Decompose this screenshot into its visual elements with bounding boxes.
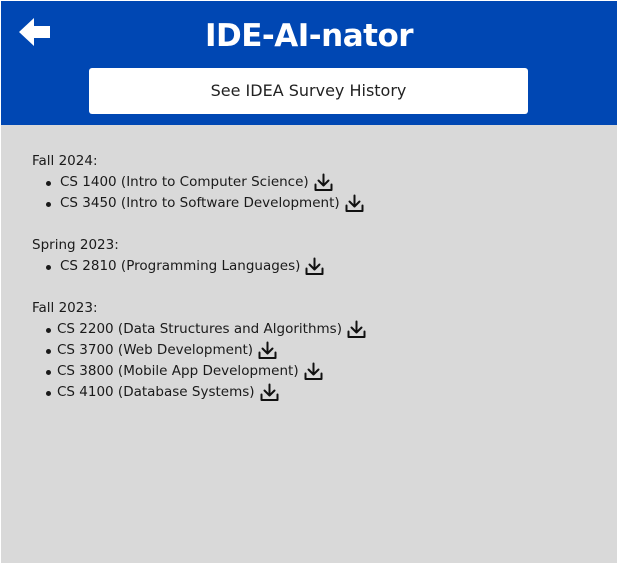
list-item: CS 3450 (Intro to Software Development) <box>32 193 602 214</box>
course-label: CS 3450 (Intro to Software Development) <box>60 195 340 211</box>
list-item: CS 3700 (Web Development) <box>32 340 602 361</box>
bullet <box>46 391 51 396</box>
course-label: CS 1400 (Intro to Computer Science) <box>60 174 309 190</box>
download-icon[interactable] <box>304 362 323 381</box>
term-section: Fall 2023: CS 2200 (Data Structures and … <box>32 298 602 403</box>
download-icon[interactable] <box>347 320 366 339</box>
app-header: IDE-AI-nator See IDEA Survey History <box>1 1 617 125</box>
download-icon[interactable] <box>314 173 333 192</box>
download-icon[interactable] <box>258 341 277 360</box>
course-label: CS 2200 (Data Structures and Algorithms) <box>57 321 342 337</box>
list-item: CS 1400 (Intro to Computer Science) <box>32 172 602 193</box>
survey-list: Fall 2024: CS 1400 (Intro to Computer Sc… <box>32 151 602 424</box>
course-label: CS 4100 (Database Systems) <box>57 384 255 400</box>
term-heading: Fall 2023: <box>32 300 98 316</box>
bullet <box>46 265 51 270</box>
app-title: IDE-AI-nator <box>204 18 414 54</box>
course-list: CS 2810 (Programming Languages) <box>32 256 602 277</box>
bullet <box>46 181 51 186</box>
course-label: CS 2810 (Programming Languages) <box>60 258 301 274</box>
bullet <box>46 202 51 207</box>
bullet <box>46 370 51 375</box>
list-item: CS 4100 (Database Systems) <box>32 382 602 403</box>
term-heading: Spring 2023: <box>32 237 119 253</box>
app-window: IDE-AI-nator See IDEA Survey History Fal… <box>1 1 617 563</box>
bullet <box>46 349 51 354</box>
list-item: CS 3800 (Mobile App Development) <box>32 361 602 382</box>
course-list: CS 1400 (Intro to Computer Science) CS 3… <box>32 172 602 214</box>
list-item: CS 2810 (Programming Languages) <box>32 256 602 277</box>
term-section: Spring 2023: CS 2810 (Programming Langua… <box>32 235 602 277</box>
term-section: Fall 2024: CS 1400 (Intro to Computer Sc… <box>32 151 602 214</box>
course-list: CS 2200 (Data Structures and Algorithms)… <box>32 319 602 403</box>
course-label: CS 3700 (Web Development) <box>57 342 254 358</box>
bullet <box>46 328 51 333</box>
list-item: CS 2200 (Data Structures and Algorithms) <box>32 319 602 340</box>
download-icon[interactable] <box>305 257 324 276</box>
survey-history-button[interactable]: See IDEA Survey History <box>89 68 528 114</box>
course-label: CS 3800 (Mobile App Development) <box>57 363 299 379</box>
download-icon[interactable] <box>260 383 279 402</box>
term-heading: Fall 2024: <box>32 153 98 169</box>
download-icon[interactable] <box>345 194 364 213</box>
